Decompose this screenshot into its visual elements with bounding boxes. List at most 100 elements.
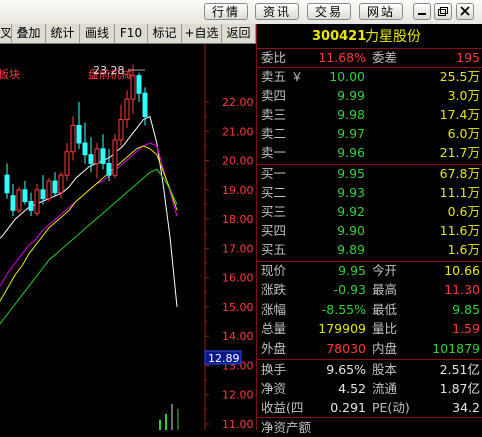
price-tick-label: 18.00	[222, 213, 254, 226]
finance-value: 0.291	[330, 400, 366, 415]
order-ratio-label: 委比	[261, 50, 287, 65]
buy-level-price: 9.92	[337, 204, 365, 219]
candle	[106, 148, 112, 182]
buy-level-volume: 67.8万	[439, 166, 480, 181]
candle-body	[136, 75, 142, 94]
candle	[64, 142, 70, 182]
price-tick-label: 19.00	[222, 184, 254, 197]
stat-label: 最高	[372, 282, 398, 298]
divider	[257, 359, 482, 360]
candle-body	[106, 162, 112, 176]
high-price-label: 23.28	[93, 64, 125, 77]
stat-row: 总量 179909 量比 1.59	[257, 320, 482, 338]
price-tick-label: 14.00	[222, 330, 254, 343]
news-button[interactable]: 资讯	[255, 3, 299, 20]
price-tick-label: 16.00	[222, 272, 254, 285]
price-tick-label: 12.00	[222, 389, 254, 402]
sell-level-label: 卖一	[261, 145, 287, 160]
stat-row: 涨跌 -0.93 最高 11.30	[257, 281, 482, 299]
toolbar-item-stats[interactable]: 统计	[46, 24, 80, 43]
order-diff-value: 195	[456, 50, 480, 65]
finance-label: 净资	[261, 381, 287, 396]
sell-currency-mark: ￥	[291, 70, 304, 84]
finance-label: PE(动)	[372, 400, 410, 415]
toolbar-item-f10[interactable]: F10	[115, 24, 148, 43]
sell-level-row: 卖四 9.99 3.0万	[257, 87, 482, 105]
toolbar-item-back[interactable]: 返回	[222, 24, 256, 43]
volume-bars	[159, 404, 179, 430]
stat-label: 外盘	[261, 340, 287, 356]
candle	[46, 178, 52, 202]
buy-level-price: 9.89	[337, 242, 365, 257]
stat-value: 10.66	[444, 263, 480, 278]
candle-body	[34, 189, 40, 214]
price-tick-label: 15.00	[222, 301, 254, 314]
sell-level-row: 卖二 9.97 6.0万	[257, 125, 482, 143]
stat-value: 1.59	[452, 321, 480, 337]
sell-level-volume: 3.0万	[447, 88, 480, 103]
toolbar-item-add-favorite[interactable]: +自选	[182, 24, 222, 43]
stat-row: 外盘 78030 内盘 101879	[257, 340, 482, 358]
stat-label: 总量	[261, 321, 287, 337]
kline-chart[interactable]: 22.00 21.00 20.00 19.00 18.00 17.00 16.00 15.00…	[0, 44, 256, 430]
stat-row: 涨幅 -8.55% 最低 9.85	[257, 301, 482, 319]
restore-icon-glyph	[438, 7, 448, 16]
stat-label: 涨跌	[261, 282, 287, 298]
close-icon-glyph	[460, 6, 470, 16]
candle	[52, 172, 58, 196]
candle	[22, 181, 28, 205]
moving-average-lines	[0, 115, 178, 325]
stat-row: 现价 9.95 今开 10.66	[257, 262, 482, 280]
order-diff-label: 委差	[372, 50, 398, 65]
candle	[124, 90, 130, 129]
toolbar-item-mark[interactable]: 标记	[148, 24, 182, 43]
order-ratio-row: 委比 11.68% 委差 195	[257, 49, 482, 67]
price-tick-label: 22.00	[222, 96, 254, 109]
candle	[76, 102, 82, 149]
candle	[10, 183, 16, 217]
minimize-icon[interactable]	[413, 3, 431, 20]
candle-body	[28, 201, 34, 211]
toolbar-item-draw[interactable]: 画线	[80, 24, 115, 43]
finance-value: 2.51亿	[439, 362, 480, 377]
candle	[94, 142, 100, 179]
stat-value: 101879	[432, 340, 480, 356]
candle	[4, 163, 10, 199]
buy-level-row: 买一 9.95 67.8万	[257, 165, 482, 183]
net-assets-row: 净资产额	[257, 419, 482, 437]
sell-level-label: 卖二	[261, 126, 287, 141]
candle-body	[76, 124, 82, 144]
website-button[interactable]: 网站	[359, 3, 403, 20]
stat-value: 78030	[326, 340, 366, 356]
candle	[82, 122, 88, 164]
buy-level-price: 9.93	[337, 185, 365, 200]
candle-body	[100, 148, 106, 164]
candle-body	[22, 189, 28, 203]
toolbar-item-overlay[interactable]: 叠加	[12, 24, 46, 43]
stat-value: -8.55%	[321, 301, 366, 317]
candle-body	[142, 92, 148, 118]
sell-level-volume: 21.7万	[439, 145, 480, 160]
restore-icon[interactable]	[434, 3, 452, 20]
buy-level-row: 买三 9.92 0.6万	[257, 203, 482, 221]
finance-value: 9.65%	[326, 362, 366, 377]
stat-label: 涨幅	[261, 301, 287, 317]
trade-button[interactable]: 交易	[307, 3, 351, 20]
sell-level-volume: 6.0万	[447, 126, 480, 141]
buy-level-volume: 11.1万	[439, 185, 480, 200]
stat-label: 最低	[372, 301, 398, 317]
toolbar-item-cross[interactable]: 叉	[0, 24, 12, 43]
finance-row: 收益(四 0.291 PE(动) 34.2	[257, 399, 482, 417]
top-bar: 行情 资讯 交易 网站	[0, 0, 482, 25]
candle	[112, 134, 118, 179]
chart-toolbar: 叉 叠加 统计 画线 F10 标记 +自选 返回	[0, 24, 256, 44]
candle	[100, 134, 106, 170]
close-icon[interactable]	[456, 3, 474, 20]
candle	[34, 183, 40, 217]
price-axis-ticks: 22.00 21.00 20.00 19.00 18.00 17.00 16.00 15.00…	[205, 96, 254, 430]
candle	[70, 116, 76, 161]
sell-level-row: 卖三 9.98 17.4万	[257, 106, 482, 124]
stock-code: 300421	[312, 29, 367, 44]
quote-button[interactable]: 行情	[204, 3, 248, 20]
candle-body	[58, 174, 64, 194]
